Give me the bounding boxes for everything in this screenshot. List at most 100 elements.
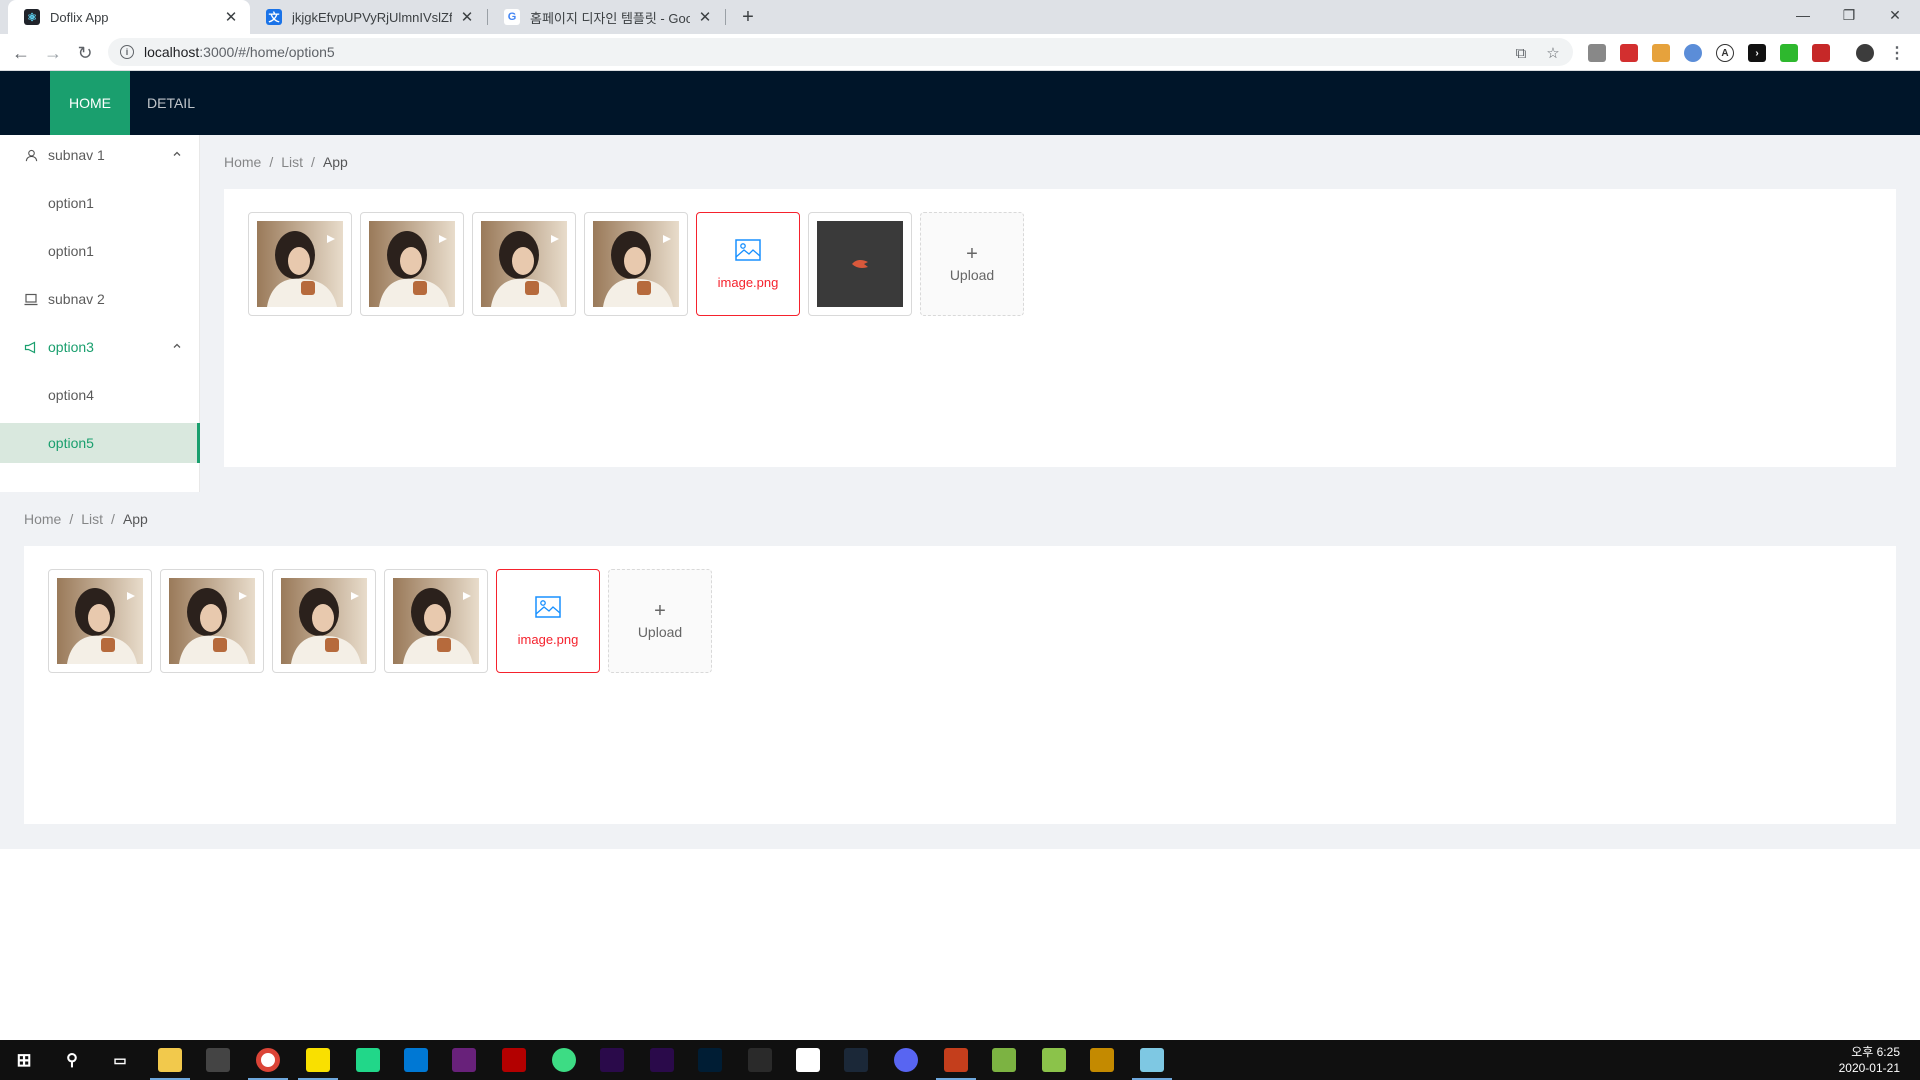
forward-arrow-icon[interactable]: → (40, 40, 66, 66)
window-close-icon[interactable]: ✕ (1872, 0, 1918, 30)
breadcrumb-list[interactable]: List (81, 511, 103, 527)
user-icon (24, 148, 38, 162)
laptop-icon (24, 292, 38, 306)
epic-games-icon[interactable] (748, 1048, 772, 1072)
browser-tab[interactable]: 文 jkjgkEfvpUPVyRjUlmnIVslZfWPn... ✕ (250, 0, 486, 34)
app-icon[interactable] (1140, 1048, 1164, 1072)
url-host: localhost (144, 44, 200, 60)
image-thumbnail[interactable] (360, 212, 464, 316)
photo-thumbnail-image (169, 578, 255, 664)
photoshop-icon[interactable] (698, 1048, 722, 1072)
system-clock[interactable]: 오후 6:25 2020-01-21 (1839, 1044, 1900, 1076)
breadcrumb-home[interactable]: Home (24, 511, 61, 527)
image-thumbnail-error[interactable]: image.png (696, 212, 800, 316)
plus-icon: + (654, 600, 666, 622)
back-arrow-icon[interactable]: ← (8, 40, 34, 66)
submenu-subnav2[interactable]: subnav 2 (0, 279, 200, 319)
browser-toolbar: ← → ↻ i localhost:3000/#/home/option5 ⧉ … (0, 34, 1920, 71)
submenu-label: subnav 1 (48, 147, 105, 163)
image-thumbnail[interactable] (472, 212, 576, 316)
reload-icon[interactable]: ↻ (72, 40, 98, 66)
menu-item-option1[interactable]: option1 (0, 183, 200, 223)
file-explorer-icon[interactable] (158, 1048, 182, 1072)
submenu-option3[interactable]: option3 (0, 327, 200, 367)
nav-home[interactable]: HOME (50, 71, 130, 135)
app-icon[interactable] (992, 1048, 1016, 1072)
photo-thumbnail-image (257, 221, 343, 307)
upload-button[interactable]: + Upload (608, 569, 712, 673)
chrome-menu-icon[interactable]: ⋮ (1888, 44, 1906, 62)
bookmark-star-icon[interactable]: ☆ (1543, 43, 1563, 63)
pycharm-icon[interactable] (356, 1048, 380, 1072)
breadcrumb-list[interactable]: List (281, 154, 303, 170)
steam-icon[interactable] (844, 1048, 868, 1072)
nav-detail[interactable]: DETAIL (130, 71, 212, 135)
error-file-name: image.png (517, 631, 579, 647)
extension-icon[interactable] (1652, 44, 1670, 62)
menu-item-option1[interactable]: option1 (0, 231, 200, 271)
dark-thumbnail-image (817, 221, 903, 307)
visual-studio-icon[interactable] (452, 1048, 476, 1072)
extension-icon[interactable] (1780, 44, 1798, 62)
submenu-subnav1[interactable]: subnav 1 (0, 135, 200, 175)
close-tab-icon[interactable]: ✕ (458, 8, 476, 26)
search-icon[interactable]: ⚲ (60, 1048, 84, 1072)
image-thumbnail[interactable] (584, 212, 688, 316)
minimize-icon[interactable]: — (1780, 0, 1826, 30)
discord-icon[interactable] (894, 1048, 918, 1072)
after-effects-icon[interactable] (600, 1048, 624, 1072)
photo-thumbnail-image (57, 578, 143, 664)
store-icon[interactable] (206, 1048, 230, 1072)
picture-icon (735, 238, 761, 261)
submenu-label: subnav 2 (48, 291, 105, 307)
browser-tab-active[interactable]: ⚛ Doflix App ✕ (8, 0, 250, 34)
profile-avatar-icon[interactable] (1856, 44, 1874, 62)
breadcrumb-home[interactable]: Home (224, 154, 261, 170)
extension-icon[interactable] (1684, 44, 1702, 62)
new-tab-icon[interactable]: + (736, 5, 760, 29)
browser-tab[interactable]: G 홈페이지 디자인 템플릿 - Googl... ✕ (488, 0, 724, 34)
extension-icon[interactable] (1588, 44, 1606, 62)
breadcrumb: Home / List / App (224, 154, 348, 170)
unity-icon[interactable] (796, 1048, 820, 1072)
picture-icon (535, 595, 561, 618)
close-tab-icon[interactable]: ✕ (696, 8, 714, 26)
android-studio-icon[interactable] (552, 1048, 576, 1072)
photo-thumbnail-image (393, 578, 479, 664)
image-thumbnail[interactable] (384, 569, 488, 673)
extension-icon[interactable]: A (1716, 44, 1734, 62)
powerpoint-icon[interactable] (944, 1048, 968, 1072)
menu-item-option4[interactable]: option4 (0, 375, 200, 415)
plus-icon: + (966, 243, 978, 265)
kakaotalk-icon[interactable] (306, 1048, 330, 1072)
restore-icon[interactable]: ❐ (1826, 0, 1872, 30)
extension-icon[interactable] (1620, 44, 1638, 62)
translate-icon[interactable]: ⧉ (1511, 43, 1531, 63)
upload-button[interactable]: + Upload (920, 212, 1024, 316)
site-info-icon[interactable]: i (120, 45, 134, 59)
terminal-extension-icon[interactable]: › (1748, 44, 1766, 62)
image-thumbnail-error[interactable]: image.png (496, 569, 600, 673)
address-bar[interactable]: i localhost:3000/#/home/option5 ⧉ ☆ (108, 38, 1573, 66)
app-icon[interactable] (1042, 1048, 1066, 1072)
sidebar: subnav 1 option1 option1 subnav 2 option… (0, 135, 200, 492)
app-icon[interactable] (1090, 1048, 1114, 1072)
image-thumbnail[interactable] (272, 569, 376, 673)
image-thumbnail[interactable] (160, 569, 264, 673)
extension-icon[interactable] (1812, 44, 1830, 62)
google-favicon-icon: G (504, 9, 520, 25)
menu-item-option5[interactable]: option5 (0, 423, 200, 463)
chrome-icon[interactable] (256, 1048, 280, 1072)
premiere-icon[interactable] (650, 1048, 674, 1072)
image-thumbnail[interactable] (248, 212, 352, 316)
breadcrumb-separator: / (111, 511, 115, 527)
filezilla-icon[interactable] (502, 1048, 526, 1072)
image-thumbnail[interactable] (808, 212, 912, 316)
breadcrumb: Home / List / App (24, 511, 148, 527)
notification-icon (24, 340, 38, 354)
image-thumbnail[interactable] (48, 569, 152, 673)
windows-start-icon[interactable]: ⊞ (12, 1048, 36, 1072)
task-view-icon[interactable]: ▭ (108, 1048, 132, 1072)
vscode-icon[interactable] (404, 1048, 428, 1072)
close-tab-icon[interactable]: ✕ (222, 8, 240, 26)
